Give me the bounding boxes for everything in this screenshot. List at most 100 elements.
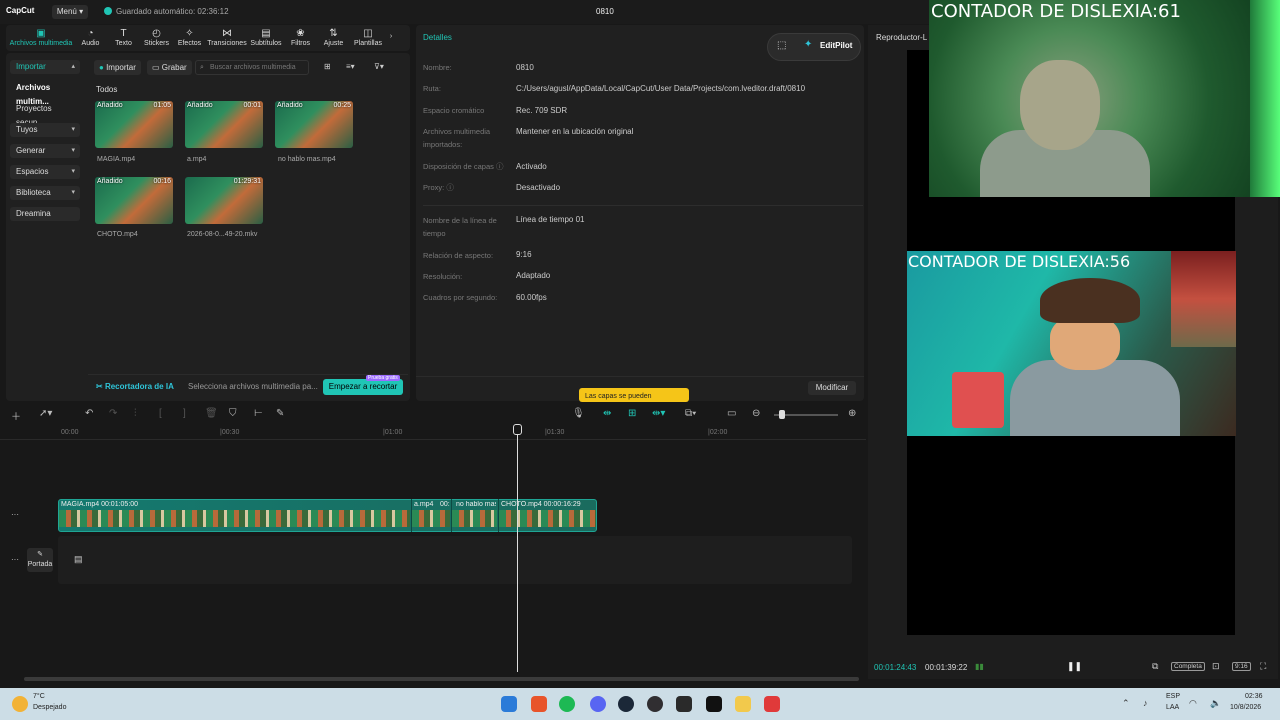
caption-icon[interactable]: ▭ — [727, 408, 736, 419]
menu-button[interactable]: Menú ▾ — [52, 5, 88, 19]
tabs-scroll-right[interactable]: › — [386, 25, 396, 40]
person-face — [1050, 315, 1120, 370]
obs-icon[interactable] — [647, 696, 663, 712]
timeline-scrollbar[interactable] — [24, 677, 859, 681]
empty-track[interactable] — [58, 536, 852, 584]
tab-adjust[interactable]: ⇅ Ajuste — [317, 25, 350, 47]
quality-button[interactable]: Completa — [1171, 662, 1205, 671]
cursor-select-icon[interactable]: ⬚ — [777, 40, 786, 51]
cover-button[interactable]: ✎ Portada — [27, 548, 53, 572]
mic-tray-icon[interactable]: ♪ — [1143, 698, 1148, 708]
steam-icon[interactable] — [618, 696, 634, 712]
media-thumb-a[interactable]: Añadido 00:01 — [185, 101, 263, 148]
snap-icon[interactable]: ⇹▾ — [652, 408, 665, 419]
tab-transitions[interactable]: ⋈ Transiciones — [206, 25, 248, 47]
add-icon[interactable]: ＋ — [11, 408, 21, 423]
zoom-out-icon[interactable]: ⊖ — [752, 408, 760, 419]
delete-icon[interactable]: 🗑 — [205, 408, 218, 419]
sort-icon[interactable]: ≡▾ — [346, 62, 355, 71]
chevron-up-icon: ▴ — [71, 63, 75, 70]
sidebar-item-yours[interactable]: Tuyos ▾ — [10, 123, 80, 137]
tab-subtitles[interactable]: ▤ Subtítulos — [248, 25, 284, 47]
track-options-icon[interactable]: ··· — [11, 510, 19, 519]
preview-axis-icon[interactable]: ⧉▾ — [685, 408, 696, 419]
game-icon[interactable] — [676, 696, 692, 712]
import-button[interactable]: ● Importar — [94, 60, 141, 75]
sidebar-item-dreamina[interactable]: Dreamina — [10, 207, 80, 221]
mark-icon[interactable]: ⛉ — [229, 408, 237, 419]
undo-icon[interactable]: ↶ — [85, 408, 93, 419]
tab-effects[interactable]: ✧ Efectos — [173, 25, 206, 47]
sidebar-item-label: Generar — [16, 146, 46, 155]
sidebar-item-generate[interactable]: Generar ▾ — [10, 144, 80, 158]
ai-edit-icon[interactable]: ✎ — [276, 408, 284, 419]
sidebar-item-media-files[interactable]: Archivos multim... — [10, 81, 80, 106]
clock-time[interactable]: 02:36 — [1245, 693, 1263, 700]
spotify-icon[interactable] — [559, 696, 575, 712]
windows-icon[interactable] — [501, 696, 517, 712]
sidebar-item-library[interactable]: Biblioteca ▾ — [10, 186, 80, 200]
tab-templates[interactable]: ◫ Plantillas — [350, 25, 386, 47]
tab-audio[interactable]: ◔ Audio — [74, 25, 107, 47]
taskbar — [0, 688, 1280, 720]
discord-icon[interactable] — [590, 696, 606, 712]
wifi-icon[interactable]: ◠ — [1189, 698, 1197, 709]
playhead-handle[interactable] — [513, 424, 522, 435]
media-thumb-choto[interactable]: Añadido 00:16 — [95, 177, 173, 224]
ratio-button[interactable]: 9:16 — [1232, 662, 1251, 671]
track-options-icon[interactable]: ··· — [11, 555, 19, 564]
film-icon: ▤ — [74, 554, 83, 564]
media-thumb-magia[interactable]: Añadido 01:05 — [95, 101, 173, 148]
tab-text[interactable]: T Texto — [107, 25, 140, 47]
filter-icon[interactable]: ⊽▾ — [374, 62, 384, 71]
zoom-in-icon[interactable]: ⊕ — [848, 408, 856, 419]
media-thumb-mkv[interactable]: 01:29:31 — [185, 177, 263, 224]
redo-icon[interactable]: ↷ — [109, 408, 117, 419]
tab-media-label: Archivos multimedia — [9, 40, 73, 47]
zoom-slider-handle[interactable] — [779, 410, 785, 419]
tab-filters[interactable]: ❀ Filtros — [284, 25, 317, 47]
fit-icon[interactable]: ⊡ — [1212, 661, 1220, 672]
sidebar-item-secondary-projects[interactable]: Proyectos secun... — [10, 102, 80, 127]
pause-button[interactable]: ❚❚ — [1067, 661, 1082, 672]
snapshot-icon[interactable]: ⧉ — [1152, 661, 1158, 672]
grid-view-icon[interactable]: ⊞ — [324, 62, 331, 71]
clip-divider — [451, 499, 452, 532]
tab-stickers[interactable]: ◴ Stickers — [140, 25, 173, 47]
record-button[interactable]: ▭ Grabar — [147, 60, 192, 75]
detail-label-aspect: Relación de aspecto: — [423, 251, 494, 260]
tab-media[interactable]: ▣ Archivos multimedia — [8, 25, 74, 47]
app-icon[interactable] — [764, 696, 780, 712]
clock-date[interactable]: 10/8/2026 — [1230, 704, 1261, 711]
magnet-icon[interactable]: ⊞ — [628, 408, 636, 419]
split-right-icon[interactable]: ] — [183, 408, 186, 419]
link-icon[interactable]: ⇹ — [603, 408, 611, 419]
fullscreen-icon[interactable]: ⛶ — [1260, 661, 1266, 672]
search-input[interactable]: ⌕ Buscar archivos multimedia — [195, 60, 309, 75]
select-tool-icon[interactable]: ➚▾ — [39, 408, 52, 419]
media-thumb-no-hablo-mas[interactable]: Añadido 00:25 — [275, 101, 353, 148]
ai-recorder-title: ✂ Recortadora de IA — [96, 382, 174, 391]
detail-value-proxy: Desactivado — [516, 183, 561, 192]
start-crop-button[interactable]: Empezar a recortar — [323, 379, 403, 395]
weather-icon[interactable] — [12, 696, 28, 712]
folder-icon[interactable] — [735, 696, 751, 712]
chevron-up-icon[interactable]: ⌃ — [1122, 698, 1130, 709]
language-label[interactable]: ESP — [1166, 693, 1180, 700]
sidebar-item-spaces[interactable]: Espacios ▾ — [10, 165, 80, 179]
timeline-ruler[interactable] — [0, 426, 866, 440]
capcut-icon[interactable] — [706, 696, 722, 712]
sidebar-item-import[interactable]: Importar ▴ — [10, 60, 80, 74]
freeze-icon[interactable]: ⊢ — [254, 408, 263, 419]
split-left-icon[interactable]: [ — [159, 408, 162, 419]
volume-icon[interactable]: 🔈 — [1210, 698, 1221, 709]
playhead[interactable] — [517, 426, 518, 672]
modify-button[interactable]: Modificar — [808, 381, 856, 395]
media-icon: ▣ — [36, 28, 46, 39]
tab-filters-label: Filtros — [290, 40, 311, 47]
split-icon[interactable]: ⫶ — [134, 408, 137, 419]
microphone-icon[interactable]: 🎙 — [572, 408, 585, 419]
layout-label[interactable]: LAA — [1166, 704, 1179, 711]
current-time: 00:01:24:43 — [874, 663, 917, 672]
brave-icon[interactable] — [531, 696, 547, 712]
